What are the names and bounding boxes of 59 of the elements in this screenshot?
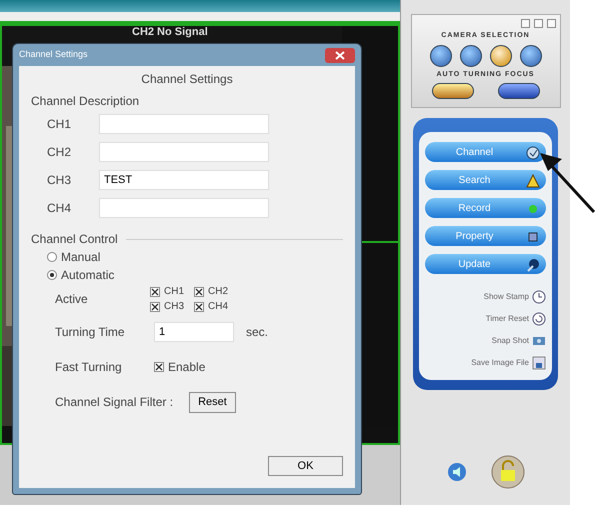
camera-button[interactable] (430, 44, 452, 66)
text-field[interactable] (99, 114, 269, 134)
section-label: Channel Control (31, 231, 118, 248)
field-label: CH1 (47, 116, 72, 133)
clock-icon[interactable] (532, 290, 546, 304)
number-field[interactable]: 1 (154, 322, 234, 342)
radio-button[interactable] (47, 252, 57, 262)
section-label: Channel Description (31, 93, 140, 110)
tool-label: Timer Reset (486, 313, 529, 325)
pointer-arrow (538, 150, 596, 214)
checkbox-label: CH1 (164, 285, 184, 299)
text-field[interactable] (99, 142, 269, 162)
camera-button[interactable] (490, 44, 512, 66)
overlay-text: CH2 No Signal (132, 26, 208, 39)
camera-button[interactable] (520, 44, 542, 66)
field-label: CH3 (47, 172, 72, 189)
text-field[interactable]: TEST (99, 170, 269, 190)
reset-icon[interactable] (532, 312, 546, 326)
camera-button[interactable] (460, 44, 482, 66)
dialog-heading: Channel Settings (141, 71, 233, 88)
checkbox[interactable] (150, 286, 160, 296)
checkbox-label: CH2 (208, 285, 228, 299)
checkbox-label: CH4 (208, 300, 228, 314)
menu-button[interactable]: Property (425, 226, 546, 246)
field-label: Turning Time (55, 324, 126, 341)
checkbox-label: Enable (168, 359, 206, 376)
ok-button[interactable]: OK (268, 456, 343, 476)
field-label: Channel Signal Filter : (55, 394, 174, 412)
checkbox[interactable] (150, 302, 160, 312)
field-label: Fast Turning (55, 359, 123, 376)
menu-button[interactable]: Record (425, 198, 546, 218)
close-icon[interactable] (325, 48, 355, 62)
tool-label: Save Image File (471, 357, 529, 369)
menu-button[interactable]: Search (425, 170, 546, 190)
menu-button[interactable]: Update (425, 254, 546, 274)
tool-label: Snap Shot (492, 335, 529, 347)
tool-label: Show Stamp (484, 291, 529, 303)
dialog-title: Channel Settings (19, 48, 88, 62)
camera-icon[interactable] (532, 334, 546, 348)
unit-label: sec. (246, 324, 268, 341)
field-label: CH2 (47, 144, 72, 161)
text-field[interactable] (99, 198, 269, 218)
radio-label: Manual (61, 249, 100, 266)
field-label: CH4 (47, 200, 72, 217)
checkbox-label: CH3 (164, 300, 184, 314)
lock-icon[interactable] (490, 455, 524, 489)
field-label: Active (55, 291, 89, 308)
checkbox[interactable] (194, 302, 204, 312)
warning-icon (525, 173, 541, 189)
focus-button[interactable] (432, 83, 474, 99)
speaker-icon[interactable] (446, 462, 466, 482)
radio-label: Automatic (61, 267, 114, 284)
focus-button[interactable] (498, 83, 540, 99)
folder-icon[interactable] (532, 356, 546, 370)
radio-button[interactable] (47, 270, 57, 280)
checkbox[interactable] (194, 286, 204, 296)
reset-button[interactable]: Reset (189, 392, 236, 412)
checkbox[interactable] (154, 362, 164, 372)
menu-button[interactable]: Channel (425, 142, 546, 162)
